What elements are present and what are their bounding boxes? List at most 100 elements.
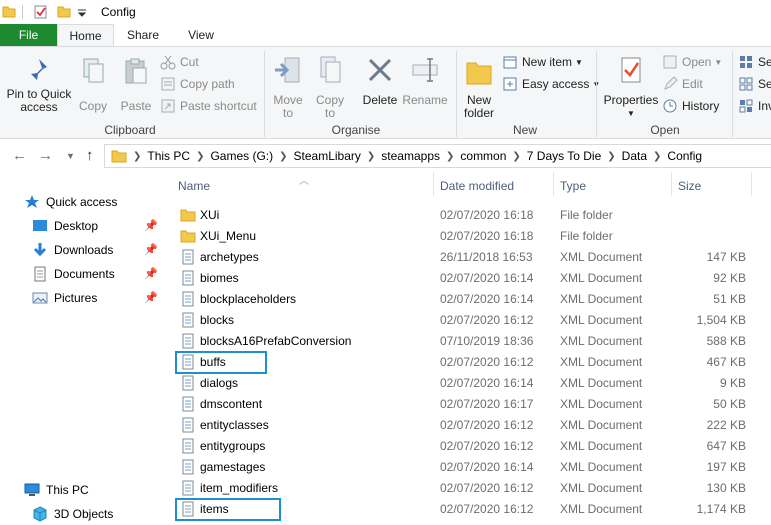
cut-button[interactable]: Cut	[160, 53, 199, 71]
address-bar[interactable]: ❯ This PC ❯ Games (G:) ❯ SteamLibary ❯ s…	[104, 144, 771, 168]
new-folder-icon[interactable]	[57, 4, 71, 18]
move-to-button[interactable]: Move to	[270, 55, 306, 120]
column-header-date[interactable]: Date modified	[440, 179, 514, 193]
file-row[interactable]: entityclasses 02/07/2020 16:12 XML Documen…	[162, 415, 771, 436]
paste-shortcut-button[interactable]: Paste shortcut	[160, 97, 257, 115]
breadcrumb-this-pc[interactable]: This PC	[147, 149, 190, 163]
breadcrumb-common[interactable]: common	[460, 149, 506, 163]
file-row[interactable]: buffs 02/07/2020 16:12 XML Document 467 KB	[162, 351, 771, 374]
column-divider[interactable]	[553, 172, 554, 196]
nav-3d-objects[interactable]: 3D Objects	[32, 503, 113, 525]
quick-access-dropdown-icon[interactable]	[77, 8, 87, 18]
file-row[interactable]: dmscontent 02/07/2020 16:17 XML Document 50…	[162, 394, 771, 415]
chevron-right-icon[interactable]: ❯	[512, 151, 520, 162]
new-item-button[interactable]: New item ▼	[502, 53, 583, 71]
column-divider[interactable]	[433, 172, 434, 196]
invert-selection-button[interactable]: Inv	[738, 97, 771, 115]
highlight-box	[175, 351, 267, 374]
nav-documents[interactable]: Documents	[32, 263, 115, 285]
file-row[interactable]: archetypes 26/11/2018 16:53 XML Document 14…	[162, 247, 771, 268]
chevron-right-icon[interactable]: ❯	[133, 151, 141, 162]
file-row[interactable]: entitygroups 02/07/2020 16:12 XML Document…	[162, 436, 771, 457]
back-arrow-icon[interactable]: ←	[12, 147, 27, 164]
column-header-type[interactable]: Type	[560, 179, 586, 193]
copy-path-button[interactable]: Copy path	[160, 75, 235, 93]
copy-to-button[interactable]: Copy to	[312, 55, 348, 120]
forward-arrow-icon[interactable]: →	[38, 147, 53, 164]
tab-home[interactable]: Home	[57, 24, 114, 47]
copy-button[interactable]: Copy	[76, 57, 110, 113]
copy-path-label: Copy path	[180, 77, 235, 91]
pin-icon[interactable]: 📌	[144, 219, 158, 232]
column-header-name[interactable]: Name	[178, 179, 210, 193]
breadcrumb-config[interactable]: Config	[667, 149, 702, 163]
easy-access-button[interactable]: Easy access ▼	[502, 75, 600, 93]
file-row[interactable]: item_modifiers 02/07/2020 16:12 XML Docume…	[162, 478, 771, 499]
tab-view[interactable]: View	[172, 24, 230, 46]
file-size: 467 KB	[706, 355, 746, 369]
nav-this-pc[interactable]: This PC	[24, 479, 89, 501]
breadcrumb-7-days-to-die[interactable]: 7 Days To Die	[527, 149, 601, 163]
pin-icon[interactable]: 📌	[144, 267, 158, 280]
select-all-icon	[740, 56, 752, 68]
column-divider[interactable]	[671, 172, 672, 196]
rename-button[interactable]: Rename	[402, 55, 448, 107]
tab-file[interactable]: File	[0, 24, 57, 46]
nav-quick-access[interactable]: Quick access	[24, 191, 117, 213]
nav-pictures[interactable]: Pictures	[32, 287, 97, 309]
nav-desktop[interactable]: Desktop	[32, 215, 98, 237]
file-name: blocksA16PrefabConversion	[200, 334, 352, 348]
folder-icon[interactable]	[2, 4, 16, 18]
file-type: XML Document	[560, 376, 643, 390]
rename-icon	[412, 58, 438, 82]
chevron-right-icon[interactable]: ❯	[653, 151, 661, 162]
pin-icon[interactable]: 📌	[144, 243, 158, 256]
nav-this-pc-label: This PC	[46, 483, 89, 497]
chevron-right-icon[interactable]: ❯	[367, 151, 375, 162]
file-row[interactable]: blockplaceholders 02/07/2020 16:14 XML Doc…	[162, 289, 771, 310]
file-row[interactable]: XUi 02/07/2020 16:18 File folder	[162, 205, 771, 226]
file-row[interactable]: blocks 02/07/2020 16:12 XML Document 1,504 …	[162, 310, 771, 331]
properties-check-icon[interactable]	[33, 4, 49, 20]
pin-icon	[29, 59, 47, 82]
chevron-right-icon[interactable]: ❯	[607, 151, 615, 162]
chevron-right-icon[interactable]: ❯	[446, 151, 454, 162]
breadcrumb-steamapps[interactable]: steamapps	[381, 149, 440, 163]
recent-locations-chevron-icon[interactable]: ▼	[66, 151, 75, 161]
chevron-right-icon[interactable]: ❯	[196, 151, 204, 162]
file-size: 9 KB	[719, 376, 746, 390]
paste-button[interactable]: Paste	[118, 57, 154, 113]
breadcrumb-steamlibary[interactable]: SteamLibary	[294, 149, 361, 163]
file-size: 197 KB	[706, 460, 746, 474]
file-row[interactable]: blocksA16PrefabConversion 07/10/2019 18:3…	[162, 331, 771, 352]
file-row[interactable]: biomes 02/07/2020 16:14 XML Document 92 KB	[162, 268, 771, 289]
breadcrumb-games[interactable]: Games (G:)	[210, 149, 273, 163]
properties-button[interactable]: Properties ▼	[602, 55, 660, 120]
file-row[interactable]: items 02/07/2020 16:12 XML Document 1,174 K…	[162, 498, 771, 521]
up-arrow-icon[interactable]: ↑	[86, 147, 94, 164]
column-header-size[interactable]: Size	[678, 179, 701, 193]
tab-share[interactable]: Share	[114, 24, 172, 46]
file-row[interactable]: XUi_Menu 02/07/2020 16:18 File folder	[162, 226, 771, 247]
highlight-box	[175, 498, 281, 521]
column-divider[interactable]	[751, 172, 752, 196]
breadcrumb-data[interactable]: Data	[622, 149, 647, 163]
pin-to-quick-access-button[interactable]: Pin to Quick access	[4, 57, 74, 114]
chevron-right-icon[interactable]: ❯	[279, 151, 287, 162]
open-icon	[663, 55, 677, 69]
file-date: 26/11/2018 16:53	[440, 250, 533, 264]
file-row[interactable]: gamestages 02/07/2020 16:14 XML Document 19…	[162, 457, 771, 478]
new-folder-button[interactable]: New folder	[460, 55, 498, 120]
scissors-icon	[160, 55, 176, 70]
delete-button[interactable]: Delete	[360, 55, 400, 107]
nav-downloads[interactable]: Downloads	[32, 239, 113, 261]
file-size: 588 KB	[706, 334, 746, 348]
history-button[interactable]: History	[662, 97, 719, 115]
select-none-button[interactable]: Se	[738, 75, 771, 93]
file-list: ︿ Name Date modified Type Size XUi 02/07/…	[162, 172, 771, 525]
select-all-button[interactable]: Se	[738, 53, 771, 71]
open-button[interactable]: Open ▼	[662, 53, 722, 71]
pin-icon[interactable]: 📌	[144, 291, 158, 304]
edit-button[interactable]: Edit	[662, 75, 703, 93]
file-row[interactable]: dialogs 02/07/2020 16:14 XML Document 9 KB	[162, 373, 771, 394]
